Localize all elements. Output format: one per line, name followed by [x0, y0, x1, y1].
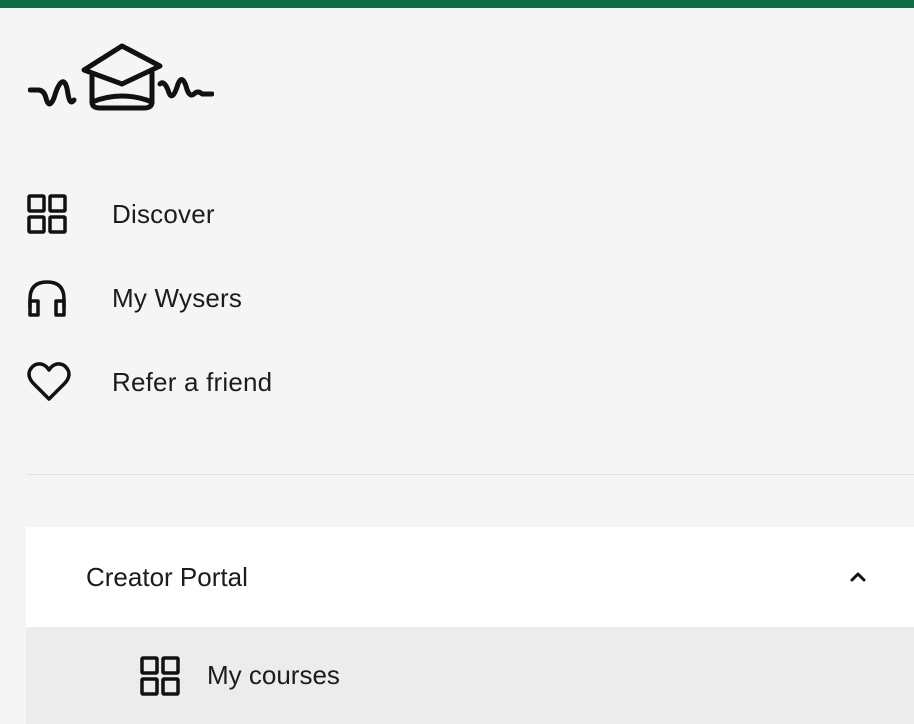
grid-icon — [139, 654, 183, 698]
nav-item-my-wysers[interactable]: My Wysers — [26, 276, 426, 320]
creator-portal-label: Creator Portal — [86, 561, 248, 592]
top-accent-bar — [0, 0, 914, 8]
nav-item-label: Discover — [112, 198, 215, 229]
grid-icon — [26, 192, 76, 236]
graduation-cap-logo-icon — [27, 43, 215, 111]
nav-item-refer-a-friend[interactable]: Refer a friend — [26, 360, 426, 404]
chevron-up-icon — [846, 567, 870, 587]
heart-icon — [26, 360, 76, 404]
nav-item-discover[interactable]: Discover — [26, 192, 426, 236]
headphones-icon — [26, 276, 76, 320]
nav-divider — [26, 474, 914, 475]
creator-portal-item-label: My courses — [207, 660, 340, 690]
creator-portal-toggle[interactable]: Creator Portal — [26, 527, 914, 627]
app-logo[interactable] — [27, 40, 215, 120]
nav-item-label: Refer a friend — [112, 366, 273, 397]
nav-item-label: My Wysers — [112, 282, 243, 313]
creator-portal-item-my-courses[interactable]: My courses — [26, 627, 914, 724]
